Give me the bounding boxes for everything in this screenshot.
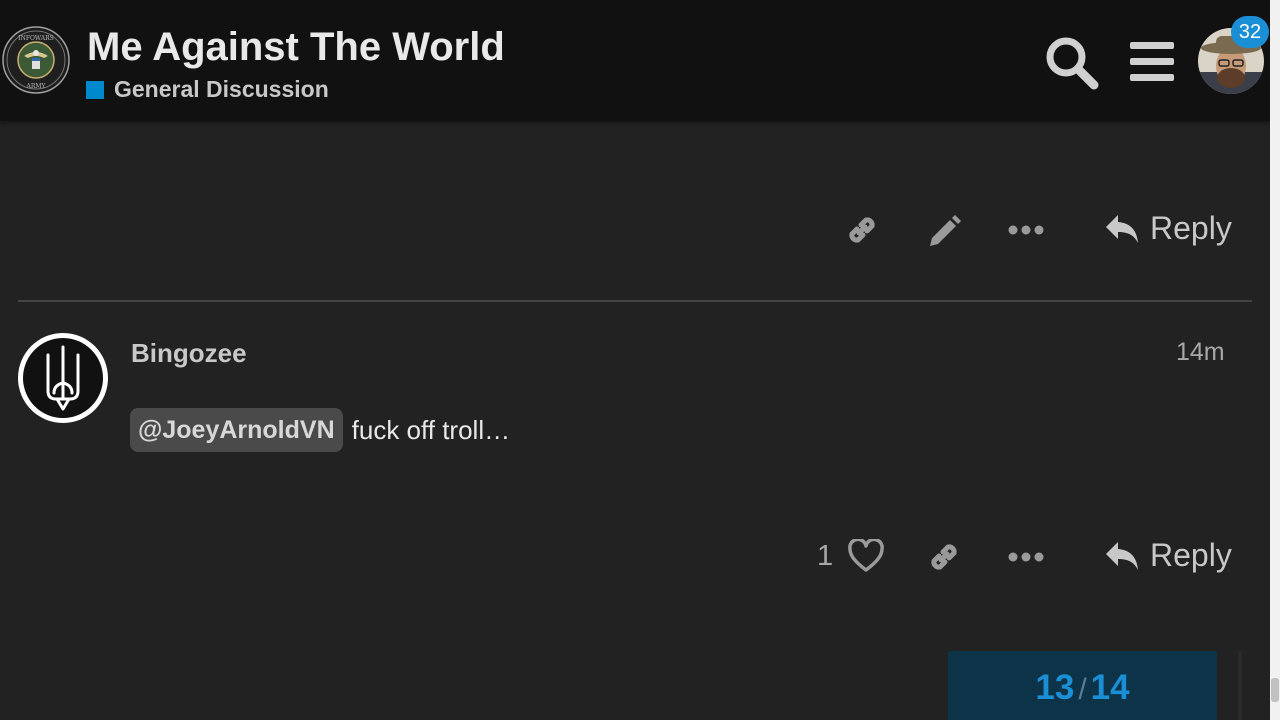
pencil-icon[interactable] [926,212,962,248]
user-mention[interactable]: @JoeyArnoldVN [130,408,343,452]
scrollbar[interactable] [1270,0,1280,720]
post-body: @JoeyArnoldVN fuck off troll… [130,408,510,452]
category-link[interactable]: General Discussion [86,76,329,103]
reply-icon [1106,214,1138,243]
category-badge [86,80,104,99]
topic-progress[interactable]: 13/14 [948,651,1217,720]
scrollbar-thumb[interactable] [1271,678,1279,702]
ellipsis-icon[interactable] [1008,222,1044,238]
progress-separator: / [1078,673,1087,706]
ellipsis-icon[interactable] [1008,549,1044,565]
user-avatar[interactable] [18,333,108,423]
reply-label: Reply [1150,210,1232,246]
progress-current: 13 [1035,668,1075,707]
reply-label: Reply [1150,537,1232,573]
reply-icon [1106,541,1138,570]
post-username[interactable]: Bingozee [131,338,247,369]
progress-total: 14 [1090,668,1130,707]
link-icon[interactable] [844,212,880,248]
category-name: General Discussion [114,76,329,102]
hamburger-icon[interactable] [1126,38,1178,86]
reply-button[interactable]: Reply [1104,210,1232,247]
heart-icon[interactable] [848,539,884,573]
topic-title[interactable]: Me Against The World [87,25,505,70]
page: INFOWARS ARMY Me Against The World Gener… [0,0,1280,720]
site-logo-bottom-text: ARMY [26,83,47,90]
search-icon[interactable] [1043,34,1101,92]
like-count[interactable]: 1 [817,540,833,573]
post-text: fuck off troll… [351,414,511,445]
notification-count-badge: 32 [1231,16,1269,48]
post-divider [18,300,1252,302]
site-logo[interactable]: INFOWARS ARMY [2,26,70,94]
progress-text: 13/14 [948,668,1217,708]
current-user-menu[interactable]: 32 [1198,16,1269,94]
timeline-edge [1238,651,1242,720]
reply-button[interactable]: Reply [1104,537,1232,574]
site-logo-top-text: INFOWARS [18,35,54,42]
link-icon[interactable] [926,539,962,575]
post-date[interactable]: 14m [1176,338,1225,367]
site-header: INFOWARS ARMY Me Against The World Gener… [0,0,1270,121]
